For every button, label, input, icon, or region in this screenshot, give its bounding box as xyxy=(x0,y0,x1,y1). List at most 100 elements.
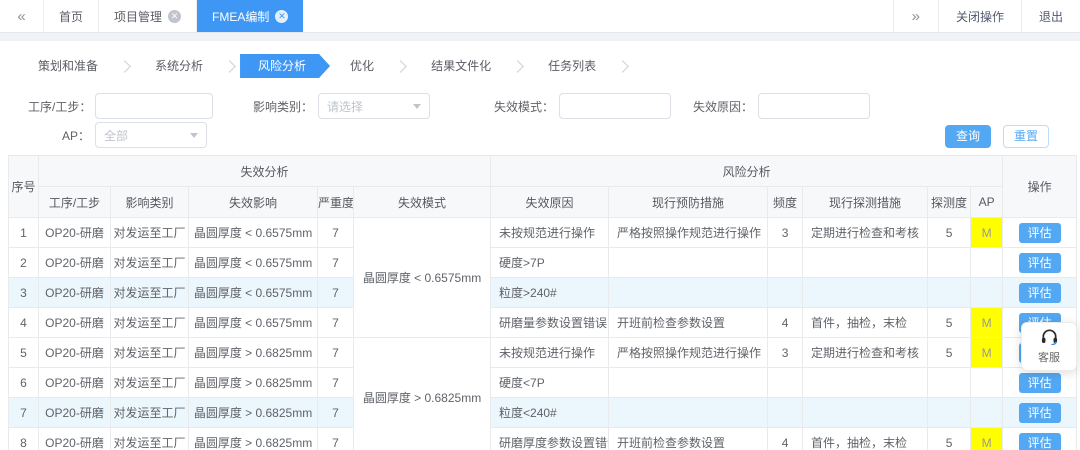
cell-prevention xyxy=(609,248,768,278)
tab-home[interactable]: 首页 xyxy=(44,0,99,32)
cell-detection-action xyxy=(803,368,928,398)
expand-tabs-icon[interactable]: » xyxy=(893,0,938,32)
evaluate-button[interactable]: 评估 xyxy=(1019,223,1061,243)
cell-process: OP20-研磨 xyxy=(39,308,111,338)
step-optimization[interactable]: 优化 xyxy=(330,54,394,78)
col-operation: 操作 xyxy=(1003,156,1077,218)
cell-failure-mode: 晶圆厚度 > 0.6825mm xyxy=(354,338,491,450)
exit-button[interactable]: 退出 xyxy=(1021,0,1080,32)
cell-cause: 研磨量参数设置错误 xyxy=(491,308,609,338)
cell-failure-mode: 晶圆厚度 < 0.6575mm xyxy=(354,218,491,338)
failure-mode-input[interactable] xyxy=(559,93,671,119)
cell-severity: 7 xyxy=(318,218,354,248)
table-row: 6 OP20-研磨 对发运至工厂 晶圆厚度 > 0.6825mm 7 硬度<7P… xyxy=(9,368,1077,398)
cell-ap: M xyxy=(971,308,1003,338)
cell-prevention: 严格按照操作规范进行操作 xyxy=(609,338,768,368)
cell-severity: 7 xyxy=(318,338,354,368)
cell-ap xyxy=(971,248,1003,278)
process-step-input[interactable] xyxy=(95,93,213,119)
col-prevention: 现行预防措施 xyxy=(609,187,768,218)
col-ap: AP xyxy=(971,187,1003,218)
ap-select[interactable]: 全部 xyxy=(95,122,207,148)
cell-detection: 5 xyxy=(928,308,971,338)
cell-index: 6 xyxy=(9,368,39,398)
step-risk-analysis[interactable]: 风险分析 xyxy=(240,54,330,78)
cell-prevention: 开班前检查参数设置 xyxy=(609,428,768,450)
cell-index: 5 xyxy=(9,338,39,368)
header-divider xyxy=(0,33,1080,41)
cell-process: OP20-研磨 xyxy=(39,218,111,248)
cell-occurrence xyxy=(768,368,803,398)
cell-prevention xyxy=(609,278,768,308)
cell-detection-action xyxy=(803,278,928,308)
cell-prevention xyxy=(609,368,768,398)
tab-fmea-editing[interactable]: FMEA编制 ✕ xyxy=(197,0,303,32)
cell-prevention: 开班前检查参数设置 xyxy=(609,308,768,338)
cell-detection xyxy=(928,398,971,428)
cell-cause: 未按规范进行操作 xyxy=(491,218,609,248)
collapse-tabs-icon[interactable]: « xyxy=(0,0,44,32)
failure-cause-input[interactable] xyxy=(758,93,870,119)
cell-effect: 晶圆厚度 < 0.6575mm xyxy=(189,308,318,338)
process-steps: 策划和准备 系统分析 风险分析 优化 结果文件化 任务列表 xyxy=(0,41,1080,78)
cell-operation: 评估 xyxy=(1003,218,1077,248)
cell-detection-action xyxy=(803,398,928,428)
ap-select-value: 全部 xyxy=(104,127,128,144)
col-detection-action: 现行探测措施 xyxy=(803,187,928,218)
query-button[interactable]: 查询 xyxy=(945,125,991,148)
table-row: 4 OP20-研磨 对发运至工厂 晶圆厚度 < 0.6575mm 7 研磨量参数… xyxy=(9,308,1077,338)
cell-operation: 评估 xyxy=(1003,368,1077,398)
close-operation-button[interactable]: 关闭操作 xyxy=(938,0,1021,32)
customer-service-widget[interactable]: 客服 xyxy=(1021,322,1077,371)
reset-button[interactable]: 重置 xyxy=(1003,125,1049,148)
col-index: 序号 xyxy=(9,156,39,218)
cell-category: 对发运至工厂 xyxy=(111,398,189,428)
impact-category-filter-label: 影响类别： xyxy=(251,98,313,115)
evaluate-button[interactable]: 评估 xyxy=(1019,253,1061,273)
evaluate-button[interactable]: 评估 xyxy=(1019,373,1061,393)
cell-detection xyxy=(928,368,971,398)
evaluate-button[interactable]: 评估 xyxy=(1019,433,1061,450)
cell-effect: 晶圆厚度 < 0.6575mm xyxy=(189,278,318,308)
evaluate-button[interactable]: 评估 xyxy=(1019,403,1061,423)
chevron-right-icon xyxy=(118,60,131,73)
col-process: 工序/工步 xyxy=(39,187,111,218)
cell-operation: 评估 xyxy=(1003,278,1077,308)
caret-down-icon xyxy=(413,104,421,109)
caret-down-icon xyxy=(190,133,198,138)
cell-severity: 7 xyxy=(318,308,354,338)
step-result-documentation[interactable]: 结果文件化 xyxy=(411,54,511,78)
cell-occurrence: 4 xyxy=(768,428,803,450)
col-failure-mode: 失效模式 xyxy=(354,187,491,218)
impact-category-select-value: 请选择 xyxy=(327,98,363,115)
cell-severity: 7 xyxy=(318,368,354,398)
cell-occurrence: 3 xyxy=(768,338,803,368)
cell-operation: 评估 xyxy=(1003,248,1077,278)
step-system-analysis[interactable]: 系统分析 xyxy=(135,54,223,78)
cell-detection: 5 xyxy=(928,338,971,368)
tabbar-spacer xyxy=(303,0,892,32)
cell-ap xyxy=(971,368,1003,398)
cell-cause: 粒度<240# xyxy=(491,398,609,428)
step-planning-preparation[interactable]: 策划和准备 xyxy=(18,54,118,78)
table-row: 8 OP20-研磨 对发运至工厂 晶圆厚度 > 0.6825mm 7 研磨厚度参… xyxy=(9,428,1077,450)
process-step-filter-label: 工序/工步： xyxy=(28,98,90,115)
tab-project-management[interactable]: 项目管理 ✕ xyxy=(99,0,197,32)
cell-ap: M xyxy=(971,338,1003,368)
table-row: 3 OP20-研磨 对发运至工厂 晶圆厚度 < 0.6575mm 7 粒度>24… xyxy=(9,278,1077,308)
headset-icon xyxy=(1040,328,1059,348)
cell-ap: M xyxy=(971,428,1003,450)
ap-filter-label: AP： xyxy=(28,127,90,144)
cell-process: OP20-研磨 xyxy=(39,248,111,278)
table-row: 5 OP20-研磨 对发运至工厂 晶圆厚度 > 0.6825mm 7 晶圆厚度 … xyxy=(9,338,1077,368)
cell-category: 对发运至工厂 xyxy=(111,368,189,398)
cell-severity: 7 xyxy=(318,278,354,308)
evaluate-button[interactable]: 评估 xyxy=(1019,283,1061,303)
cell-operation: 评估 xyxy=(1003,428,1077,450)
cell-detection: 5 xyxy=(928,218,971,248)
table-row: 7 OP20-研磨 对发运至工厂 晶圆厚度 > 0.6825mm 7 粒度<24… xyxy=(9,398,1077,428)
close-tab-icon[interactable]: ✕ xyxy=(168,10,181,23)
impact-category-select[interactable]: 请选择 xyxy=(318,93,430,119)
step-task-list[interactable]: 任务列表 xyxy=(528,54,616,78)
close-tab-icon[interactable]: ✕ xyxy=(275,10,288,23)
